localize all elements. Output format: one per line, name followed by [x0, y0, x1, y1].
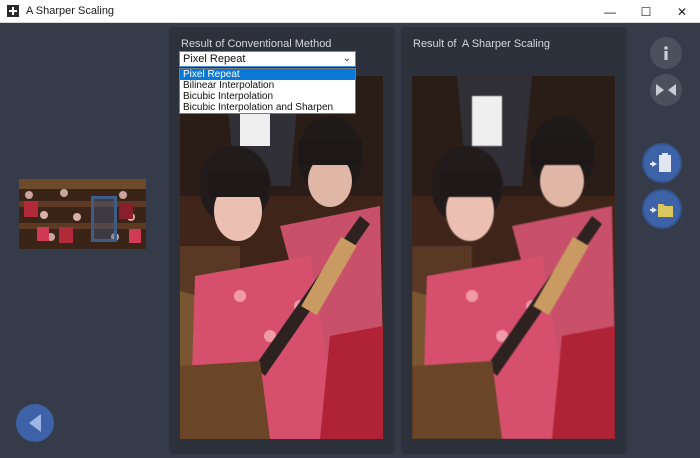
- method-option[interactable]: Bicubic Interpolation: [180, 91, 355, 102]
- window-title: A Sharper Scaling: [26, 5, 115, 17]
- conventional-result-image: [180, 76, 383, 439]
- paste-to-clipboard-icon: [650, 153, 671, 172]
- close-button[interactable]: ✕: [664, 0, 700, 23]
- method-select-value: Pixel Repeat: [183, 53, 246, 65]
- sharper-photo: [412, 76, 615, 439]
- zoom-region-selector[interactable]: [91, 196, 117, 242]
- compare-button[interactable]: [650, 74, 682, 106]
- method-select[interactable]: Pixel Repeat ⌄: [179, 51, 356, 67]
- compare-arrows-icon: [656, 84, 676, 96]
- sharper-result-label: Result of A Sharper Scaling: [413, 38, 550, 50]
- app-icon: [7, 5, 19, 17]
- main-area: Result of Conventional Method Result of …: [0, 23, 700, 458]
- info-button[interactable]: [650, 37, 682, 69]
- source-thumbnail[interactable]: [19, 179, 146, 249]
- save-to-folder-icon: [650, 204, 673, 217]
- sharper-result-panel: Result of A Sharper Scaling: [401, 27, 627, 454]
- method-option[interactable]: Bicubic Interpolation and Sharpen: [180, 102, 355, 113]
- copy-to-clipboard-button[interactable]: [644, 145, 680, 181]
- maximize-button[interactable]: ☐: [628, 0, 664, 23]
- info-icon: [664, 46, 668, 60]
- conventional-result-label: Result of Conventional Method: [181, 38, 332, 50]
- sharper-result-image: [412, 76, 615, 439]
- back-arrow-icon: [29, 414, 41, 432]
- back-button[interactable]: [16, 404, 54, 442]
- method-options-list: Pixel Repeat Bilinear Interpolation Bicu…: [179, 68, 356, 114]
- title-bar: A Sharper Scaling — ☐ ✕: [0, 0, 700, 23]
- save-to-folder-button[interactable]: [644, 191, 680, 227]
- conventional-photo: [180, 76, 383, 439]
- window-controls: — ☐ ✕: [592, 0, 700, 23]
- minimize-button[interactable]: —: [592, 0, 628, 23]
- method-option[interactable]: Pixel Repeat: [180, 69, 355, 80]
- method-option[interactable]: Bilinear Interpolation: [180, 80, 355, 91]
- chevron-down-icon[interactable]: ⌄: [343, 52, 351, 66]
- thumbnail-image: [19, 179, 146, 249]
